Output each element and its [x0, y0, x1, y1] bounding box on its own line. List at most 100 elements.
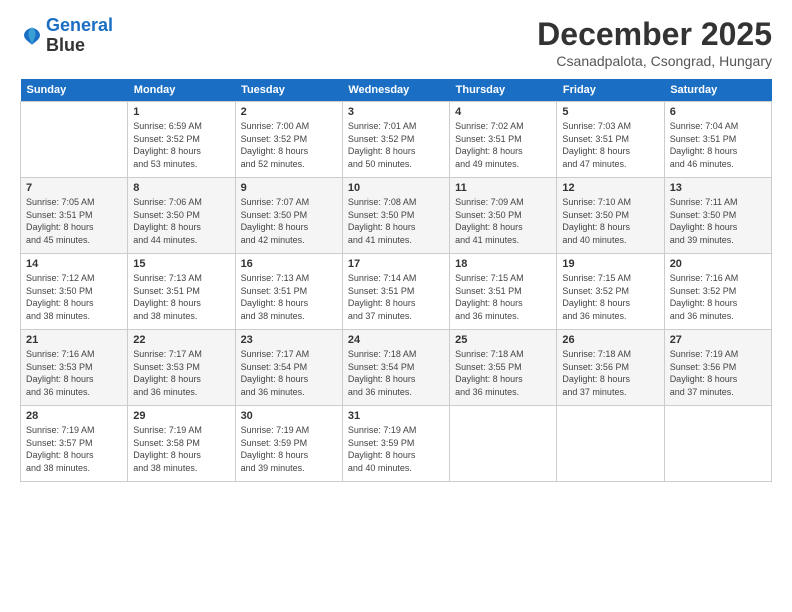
title-block: December 2025 Csanadpalota, Csongrad, Hu…: [537, 16, 772, 69]
page: General Blue December 2025 Csanadpalota,…: [0, 0, 792, 612]
day-number: 20: [670, 258, 766, 270]
calendar-cell: 6 Sunrise: 7:04 AM Sunset: 3:51 PM Daylig…: [664, 102, 771, 178]
day-info: Sunrise: 7:04 AM Sunset: 3:51 PM Dayligh…: [670, 120, 766, 170]
weekday-header-sunday: Sunday: [21, 79, 128, 102]
day-number: 17: [348, 258, 444, 270]
day-info: Sunrise: 7:18 AM Sunset: 3:56 PM Dayligh…: [562, 348, 658, 398]
day-info: Sunrise: 7:13 AM Sunset: 3:51 PM Dayligh…: [133, 272, 229, 322]
day-info: Sunrise: 7:09 AM Sunset: 3:50 PM Dayligh…: [455, 196, 551, 246]
day-number: 30: [241, 410, 337, 422]
weekday-header-friday: Friday: [557, 79, 664, 102]
weekday-header-wednesday: Wednesday: [342, 79, 449, 102]
day-info: Sunrise: 7:19 AM Sunset: 3:58 PM Dayligh…: [133, 424, 229, 474]
day-number: 3: [348, 106, 444, 118]
calendar-cell: 24 Sunrise: 7:18 AM Sunset: 3:54 PM Dayli…: [342, 330, 449, 406]
calendar-week-5: 28 Sunrise: 7:19 AM Sunset: 3:57 PM Dayli…: [21, 406, 772, 482]
day-info: Sunrise: 7:18 AM Sunset: 3:54 PM Dayligh…: [348, 348, 444, 398]
day-number: 15: [133, 258, 229, 270]
day-number: 10: [348, 182, 444, 194]
logo-line2: Blue: [46, 36, 113, 56]
calendar-cell: [664, 406, 771, 482]
day-info: Sunrise: 7:17 AM Sunset: 3:54 PM Dayligh…: [241, 348, 337, 398]
day-info: Sunrise: 7:18 AM Sunset: 3:55 PM Dayligh…: [455, 348, 551, 398]
calendar-cell: 16 Sunrise: 7:13 AM Sunset: 3:51 PM Dayli…: [235, 254, 342, 330]
day-number: 5: [562, 106, 658, 118]
calendar-cell: 22Sunrise: 7:17 AM Sunset: 3:53 PM Dayli…: [128, 330, 235, 406]
calendar-cell: 9Sunrise: 7:07 AM Sunset: 3:50 PM Daylig…: [235, 178, 342, 254]
calendar-cell: 2 Sunrise: 7:00 AM Sunset: 3:52 PM Daylig…: [235, 102, 342, 178]
calendar-cell: 25Sunrise: 7:18 AM Sunset: 3:55 PM Dayli…: [450, 330, 557, 406]
day-number: 2: [241, 106, 337, 118]
calendar-cell: 19 Sunrise: 7:15 AM Sunset: 3:52 PM Dayli…: [557, 254, 664, 330]
logo-icon: [20, 24, 44, 48]
weekday-header-tuesday: Tuesday: [235, 79, 342, 102]
day-number: 6: [670, 106, 766, 118]
calendar-cell: 12 Sunrise: 7:10 AM Sunset: 3:50 PM Dayli…: [557, 178, 664, 254]
calendar-cell: 29 Sunrise: 7:19 AM Sunset: 3:58 PM Dayli…: [128, 406, 235, 482]
day-info: Sunrise: 6:59 AM Sunset: 3:52 PM Dayligh…: [133, 120, 229, 170]
day-info: Sunrise: 7:16 AM Sunset: 3:52 PM Dayligh…: [670, 272, 766, 322]
calendar-header: SundayMondayTuesdayWednesdayThursdayFrid…: [21, 79, 772, 102]
day-info: Sunrise: 7:13 AM Sunset: 3:51 PM Dayligh…: [241, 272, 337, 322]
day-info: Sunrise: 7:16 AM Sunset: 3:53 PM Dayligh…: [26, 348, 122, 398]
day-number: 24: [348, 334, 444, 346]
day-info: Sunrise: 7:17 AM Sunset: 3:53 PM Dayligh…: [133, 348, 229, 398]
day-info: Sunrise: 7:02 AM Sunset: 3:51 PM Dayligh…: [455, 120, 551, 170]
day-number: 26: [562, 334, 658, 346]
calendar-week-1: 1 Sunrise: 6:59 AM Sunset: 3:52 PM Daylig…: [21, 102, 772, 178]
calendar-cell: 8Sunrise: 7:06 AM Sunset: 3:50 PM Daylig…: [128, 178, 235, 254]
calendar-cell: [21, 102, 128, 178]
calendar-cell: 13Sunrise: 7:11 AM Sunset: 3:50 PM Dayli…: [664, 178, 771, 254]
day-info: Sunrise: 7:15 AM Sunset: 3:52 PM Dayligh…: [562, 272, 658, 322]
day-info: Sunrise: 7:19 AM Sunset: 3:59 PM Dayligh…: [348, 424, 444, 474]
logo: General Blue: [20, 16, 113, 56]
day-number: 23: [241, 334, 337, 346]
day-info: Sunrise: 7:08 AM Sunset: 3:50 PM Dayligh…: [348, 196, 444, 246]
day-info: Sunrise: 7:05 AM Sunset: 3:51 PM Dayligh…: [26, 196, 122, 246]
day-info: Sunrise: 7:10 AM Sunset: 3:50 PM Dayligh…: [562, 196, 658, 246]
calendar-cell: 3 Sunrise: 7:01 AM Sunset: 3:52 PM Daylig…: [342, 102, 449, 178]
calendar-week-3: 14Sunrise: 7:12 AM Sunset: 3:50 PM Dayli…: [21, 254, 772, 330]
calendar-cell: 11 Sunrise: 7:09 AM Sunset: 3:50 PM Dayli…: [450, 178, 557, 254]
calendar-cell: [450, 406, 557, 482]
day-info: Sunrise: 7:00 AM Sunset: 3:52 PM Dayligh…: [241, 120, 337, 170]
logo-line1: General: [46, 15, 113, 35]
day-info: Sunrise: 7:01 AM Sunset: 3:52 PM Dayligh…: [348, 120, 444, 170]
calendar-cell: 28 Sunrise: 7:19 AM Sunset: 3:57 PM Dayli…: [21, 406, 128, 482]
day-number: 12: [562, 182, 658, 194]
day-number: 13: [670, 182, 766, 194]
calendar-cell: 31Sunrise: 7:19 AM Sunset: 3:59 PM Dayli…: [342, 406, 449, 482]
calendar-body: 1 Sunrise: 6:59 AM Sunset: 3:52 PM Daylig…: [21, 102, 772, 482]
location-subtitle: Csanadpalota, Csongrad, Hungary: [537, 53, 772, 69]
day-number: 28: [26, 410, 122, 422]
weekday-header-saturday: Saturday: [664, 79, 771, 102]
weekday-header-thursday: Thursday: [450, 79, 557, 102]
header: General Blue December 2025 Csanadpalota,…: [20, 16, 772, 69]
calendar-cell: 1 Sunrise: 6:59 AM Sunset: 3:52 PM Daylig…: [128, 102, 235, 178]
day-number: 11: [455, 182, 551, 194]
day-number: 18: [455, 258, 551, 270]
day-info: Sunrise: 7:03 AM Sunset: 3:51 PM Dayligh…: [562, 120, 658, 170]
day-info: Sunrise: 7:14 AM Sunset: 3:51 PM Dayligh…: [348, 272, 444, 322]
day-info: Sunrise: 7:19 AM Sunset: 3:57 PM Dayligh…: [26, 424, 122, 474]
calendar-cell: 26 Sunrise: 7:18 AM Sunset: 3:56 PM Dayli…: [557, 330, 664, 406]
weekday-header-monday: Monday: [128, 79, 235, 102]
day-number: 9: [241, 182, 337, 194]
calendar-cell: 17 Sunrise: 7:14 AM Sunset: 3:51 PM Dayli…: [342, 254, 449, 330]
day-number: 16: [241, 258, 337, 270]
calendar-cell: 10 Sunrise: 7:08 AM Sunset: 3:50 PM Dayli…: [342, 178, 449, 254]
day-number: 29: [133, 410, 229, 422]
calendar-week-2: 7Sunrise: 7:05 AM Sunset: 3:51 PM Daylig…: [21, 178, 772, 254]
day-number: 21: [26, 334, 122, 346]
calendar-cell: 5 Sunrise: 7:03 AM Sunset: 3:51 PM Daylig…: [557, 102, 664, 178]
calendar-cell: [557, 406, 664, 482]
calendar-cell: 30 Sunrise: 7:19 AM Sunset: 3:59 PM Dayli…: [235, 406, 342, 482]
calendar-cell: 20 Sunrise: 7:16 AM Sunset: 3:52 PM Dayli…: [664, 254, 771, 330]
day-info: Sunrise: 7:19 AM Sunset: 3:59 PM Dayligh…: [241, 424, 337, 474]
day-number: 19: [562, 258, 658, 270]
day-number: 1: [133, 106, 229, 118]
calendar-week-4: 21 Sunrise: 7:16 AM Sunset: 3:53 PM Dayli…: [21, 330, 772, 406]
calendar-cell: 27Sunrise: 7:19 AM Sunset: 3:56 PM Dayli…: [664, 330, 771, 406]
calendar-cell: 4Sunrise: 7:02 AM Sunset: 3:51 PM Daylig…: [450, 102, 557, 178]
day-number: 8: [133, 182, 229, 194]
